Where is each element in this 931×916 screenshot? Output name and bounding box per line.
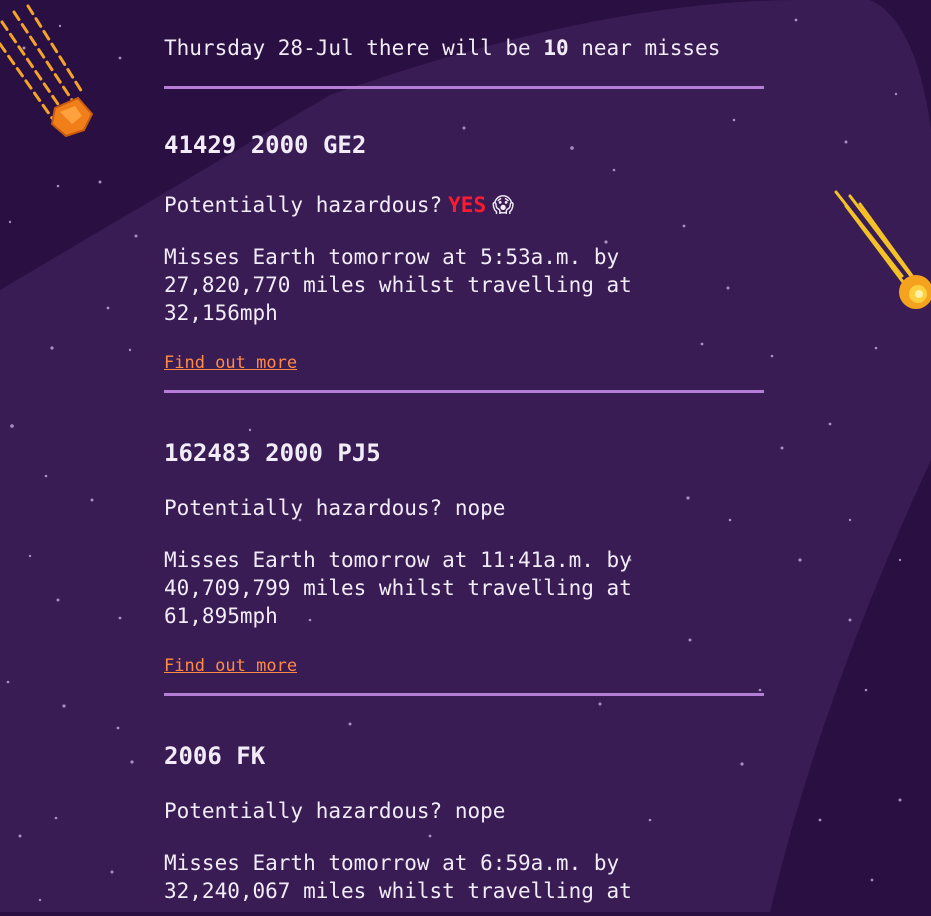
hazard-value: YES	[448, 193, 487, 217]
find-out-more-link[interactable]: Find out more	[164, 352, 297, 374]
hazard-label: Potentially hazardous?	[164, 799, 443, 823]
asteroid-card: 2006 FK Potentially hazardous? nope Miss…	[164, 696, 764, 916]
miss-details: Misses Earth tomorrow at 5:53a.m. by 27,…	[164, 245, 632, 325]
miss-details: Misses Earth tomorrow at 6:59a.m. by 32,…	[164, 851, 632, 903]
hazard-line: Potentially hazardous? nope	[164, 797, 505, 825]
near-miss-count: 10	[543, 36, 569, 60]
hazard-line: Potentially hazardous? nope	[164, 494, 505, 522]
scream-emoji-icon: 😱	[492, 193, 514, 217]
asteroid-name: 162483 2000 PJ5	[164, 439, 381, 467]
headline: Thursday 28-Jul there will be 10 near mi…	[164, 0, 764, 86]
find-out-more-link[interactable]: Find out more	[164, 655, 297, 677]
hazard-value: nope	[454, 799, 506, 823]
hazard-label: Potentially hazardous?	[164, 193, 443, 217]
hazard-line: Potentially hazardous? YES 😱	[164, 191, 514, 219]
asteroid-name: 41429 2000 GE2	[164, 131, 367, 159]
hazard-label: Potentially hazardous?	[164, 496, 443, 520]
miss-details: Misses Earth tomorrow at 11:41a.m. by 40…	[164, 548, 632, 628]
headline-suffix: near misses	[581, 36, 721, 60]
asteroid-card: 41429 2000 GE2 Potentially hazardous? YES…	[164, 89, 764, 393]
headline-prefix: Thursday 28-Jul there will be	[164, 36, 531, 60]
near-miss-feed: Thursday 28-Jul there will be 10 near mi…	[164, 0, 764, 916]
asteroid-card: 162483 2000 PJ5 Potentially hazardous? n…	[164, 393, 764, 696]
hazard-value: nope	[454, 496, 506, 520]
asteroid-name: 2006 FK	[164, 742, 266, 770]
